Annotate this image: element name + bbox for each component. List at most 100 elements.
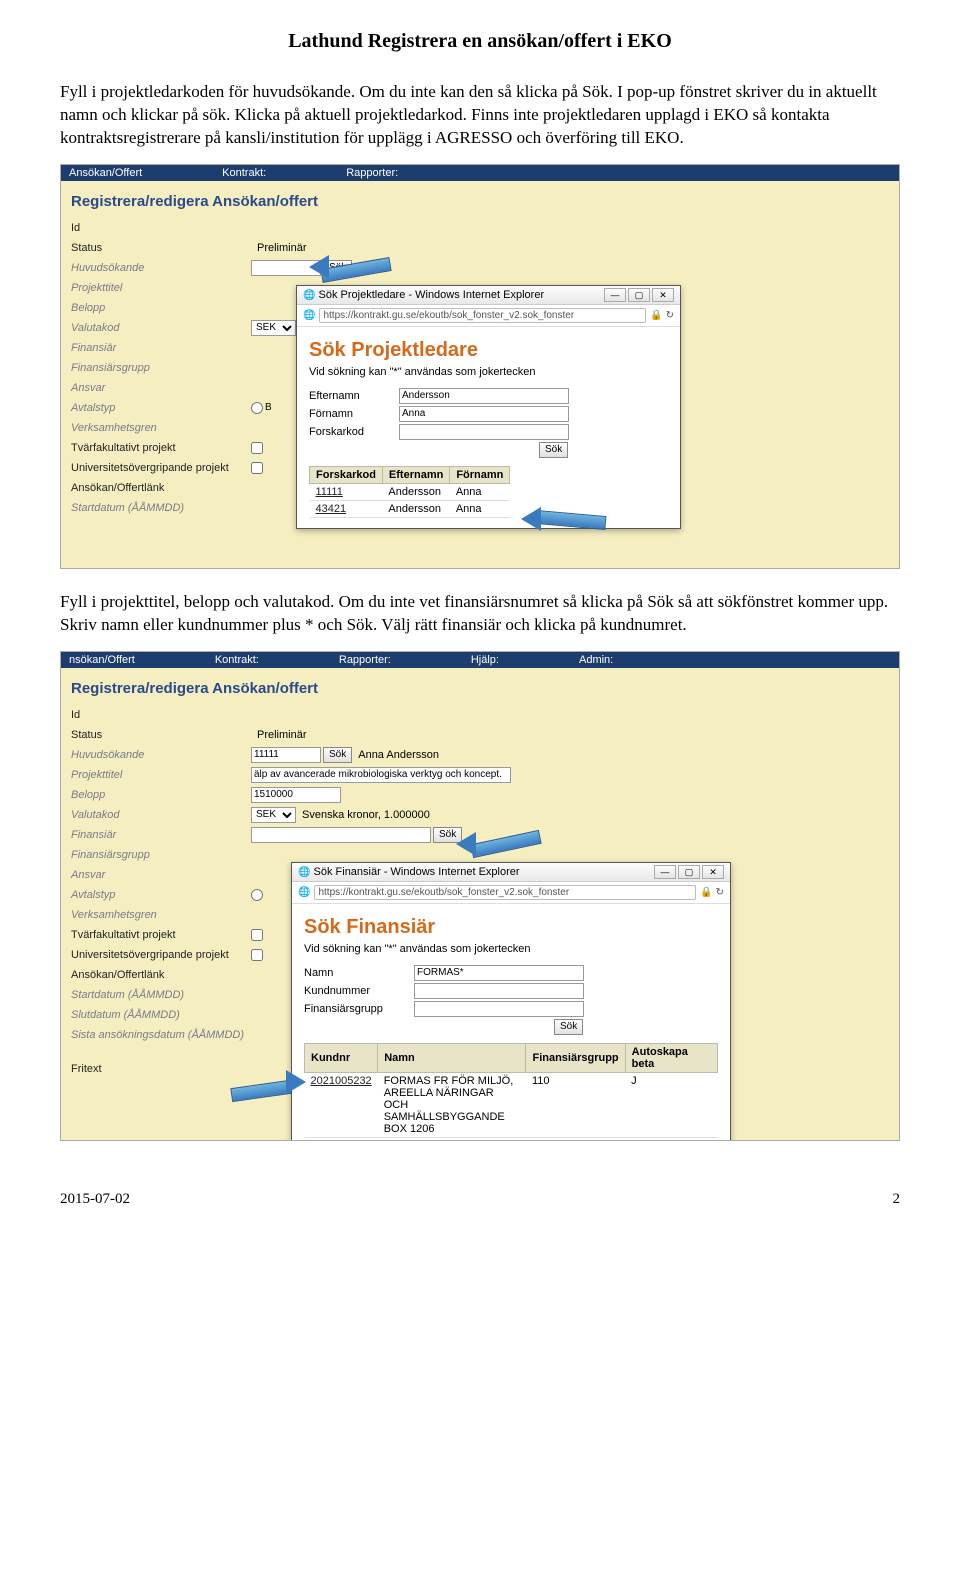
table-row[interactable]: 11111 Andersson Anna — [310, 483, 510, 500]
menu-hjalp[interactable]: Hjälp: — [471, 654, 499, 666]
belopp-input[interactable] — [251, 787, 341, 803]
huvudsokande-input[interactable] — [251, 747, 321, 763]
th-fornamn: Förnamn — [450, 466, 510, 483]
menu-rapporter[interactable]: Rapporter: — [339, 654, 391, 666]
refresh-icon[interactable]: ↻ — [666, 310, 674, 321]
label-projekttitel: Projekttitel — [71, 769, 251, 781]
popup-desc: Vid sökning kan "*" användas som jokerte… — [309, 366, 668, 378]
cell-fornamn: Anna — [450, 500, 510, 517]
page-title: Lathund Registrera en ansökan/offert i E… — [60, 30, 900, 53]
label-fornamn: Förnamn — [309, 408, 399, 420]
avtalstyp-radio[interactable] — [251, 889, 263, 901]
close-icon[interactable]: ✕ — [652, 288, 674, 302]
arrow-head-icon — [456, 832, 476, 856]
globe-icon — [298, 887, 310, 898]
finansiarsgrupp-input[interactable] — [414, 1001, 584, 1017]
valutakod-desc: Svenska kronor, 1.000000 — [302, 809, 430, 821]
paragraph-1: Fyll i projektledarkoden för huvudsökand… — [60, 81, 900, 150]
footer-date: 2015-07-02 — [60, 1191, 130, 1208]
label-avtalstyp: Avtalstyp — [71, 402, 251, 414]
label-status: Status — [71, 242, 251, 254]
popup-sok-button[interactable]: Sök — [539, 442, 568, 458]
projekttitel-input[interactable] — [251, 767, 511, 783]
valutakod-select[interactable]: SEK — [251, 320, 296, 336]
label-fritext: Fritext — [71, 1063, 251, 1075]
label-lank: Ansökan/Offertlänk — [71, 969, 251, 981]
menu-bar: nsökan/Offert Kontrakt: Rapporter: Hjälp… — [61, 652, 899, 668]
label-valutakod: Valutakod — [71, 809, 251, 821]
efternamn-input[interactable] — [399, 388, 569, 404]
table-row[interactable]: 2021005232 FORMAS FR FÖR MILJÖ, AREELLA … — [305, 1072, 718, 1137]
cell-forskarkod[interactable]: 43421 — [310, 500, 383, 517]
univ-checkbox[interactable] — [251, 462, 263, 474]
screenshot-1: Ansökan/Offert Kontrakt: Rapporter: Regi… — [60, 164, 900, 569]
menu-ansokan[interactable]: nsökan/Offert — [69, 654, 135, 666]
lock-icon — [650, 310, 662, 321]
popup-sok-finansiar: Sök Finansiär - Windows Internet Explore… — [291, 862, 731, 1141]
cell-efternamn: Andersson — [382, 483, 449, 500]
label-lank: Ansökan/Offertlänk — [71, 482, 251, 494]
menu-bar: Ansökan/Offert Kontrakt: Rapporter: — [61, 165, 899, 181]
label-finansiarsgrupp: Finansiärsgrupp — [71, 849, 251, 861]
label-finansiarsgrupp: Finansiärsgrupp — [71, 362, 251, 374]
label-finansiar: Finansiär — [71, 829, 251, 841]
th-forskarkod: Forskarkod — [310, 466, 383, 483]
table-row[interactable]: 43421 Andersson Anna — [310, 500, 510, 517]
cell-efternamn: Andersson — [382, 500, 449, 517]
cell-forskarkod[interactable]: 11111 — [310, 483, 383, 500]
popup-heading: Sök Projektledare — [309, 339, 668, 362]
label-valutakod: Valutakod — [71, 322, 251, 334]
univ-checkbox[interactable] — [251, 949, 263, 961]
minimize-icon[interactable]: — — [604, 288, 626, 302]
url-bar[interactable]: https://kontrakt.gu.se/ekoutb/sok_fonste… — [319, 308, 646, 323]
maximize-icon[interactable]: ▢ — [628, 288, 650, 302]
close-icon[interactable]: ✕ — [702, 865, 724, 879]
namn-input[interactable] — [414, 965, 584, 981]
status-value: Preliminär — [257, 729, 307, 741]
footer-page-number: 2 — [893, 1191, 901, 1208]
form-heading: Registrera/redigera Ansökan/offert — [61, 668, 899, 705]
menu-kontrakt[interactable]: Kontrakt: — [222, 167, 266, 179]
fornamn-input[interactable] — [399, 406, 569, 422]
minimize-icon[interactable]: — — [654, 865, 676, 879]
kundnummer-input[interactable] — [414, 983, 584, 999]
valutakod-select[interactable]: SEK — [251, 807, 296, 823]
menu-ansokan[interactable]: Ansökan/Offert — [69, 167, 142, 179]
popup-sok-projektledare: Sök Projektledare - Windows Internet Exp… — [296, 285, 681, 529]
arrow-head-icon — [521, 507, 541, 531]
status-value: Preliminär — [257, 242, 307, 254]
label-startdatum: Startdatum (ÅÅMMDD) — [71, 989, 251, 1001]
page-footer: 2015-07-02 2 — [60, 1191, 900, 1208]
menu-admin[interactable]: Admin: — [579, 654, 613, 666]
url-bar[interactable]: https://kontrakt.gu.se/ekoutb/sok_fonste… — [314, 885, 696, 900]
huvudsokande-name: Anna Andersson — [358, 749, 439, 761]
th-finansiarsgrupp: Finansiärsgrupp — [526, 1043, 625, 1072]
label-avtalstyp: Avtalstyp — [71, 889, 251, 901]
avtalstyp-radio[interactable] — [251, 402, 263, 414]
refresh-icon[interactable]: ↻ — [716, 887, 724, 898]
menu-rapporter[interactable]: Rapporter: — [346, 167, 398, 179]
label-id: Id — [71, 709, 251, 721]
label-startdatum: Startdatum (ÅÅMMDD) — [71, 502, 251, 514]
finansiar-input[interactable] — [251, 827, 431, 843]
tvarfak-checkbox[interactable] — [251, 442, 263, 454]
menu-kontrakt[interactable]: Kontrakt: — [215, 654, 259, 666]
label-status: Status — [71, 729, 251, 741]
sok-button[interactable]: Sök — [323, 747, 352, 763]
globe-icon — [298, 866, 310, 878]
forskarkod-input[interactable] — [399, 424, 569, 440]
th-efternamn: Efternamn — [382, 466, 449, 483]
arrow-head-icon — [286, 1070, 306, 1094]
label-ansvar: Ansvar — [71, 869, 251, 881]
label-belopp: Belopp — [71, 302, 251, 314]
maximize-icon[interactable]: ▢ — [678, 865, 700, 879]
th-kundnr: Kundnr — [305, 1043, 378, 1072]
label-kundnummer: Kundnummer — [304, 985, 414, 997]
tvarfak-checkbox[interactable] — [251, 929, 263, 941]
popup-sok-button[interactable]: Sök — [554, 1019, 583, 1035]
label-efternamn: Efternamn — [309, 390, 399, 402]
label-verksamhetsgren: Verksamhetsgren — [71, 422, 251, 434]
cell-kundnr[interactable]: 2021005232 — [305, 1072, 378, 1137]
screenshot-2: nsökan/Offert Kontrakt: Rapporter: Hjälp… — [60, 651, 900, 1141]
label-huvudsokande: Huvudsökande — [71, 749, 251, 761]
